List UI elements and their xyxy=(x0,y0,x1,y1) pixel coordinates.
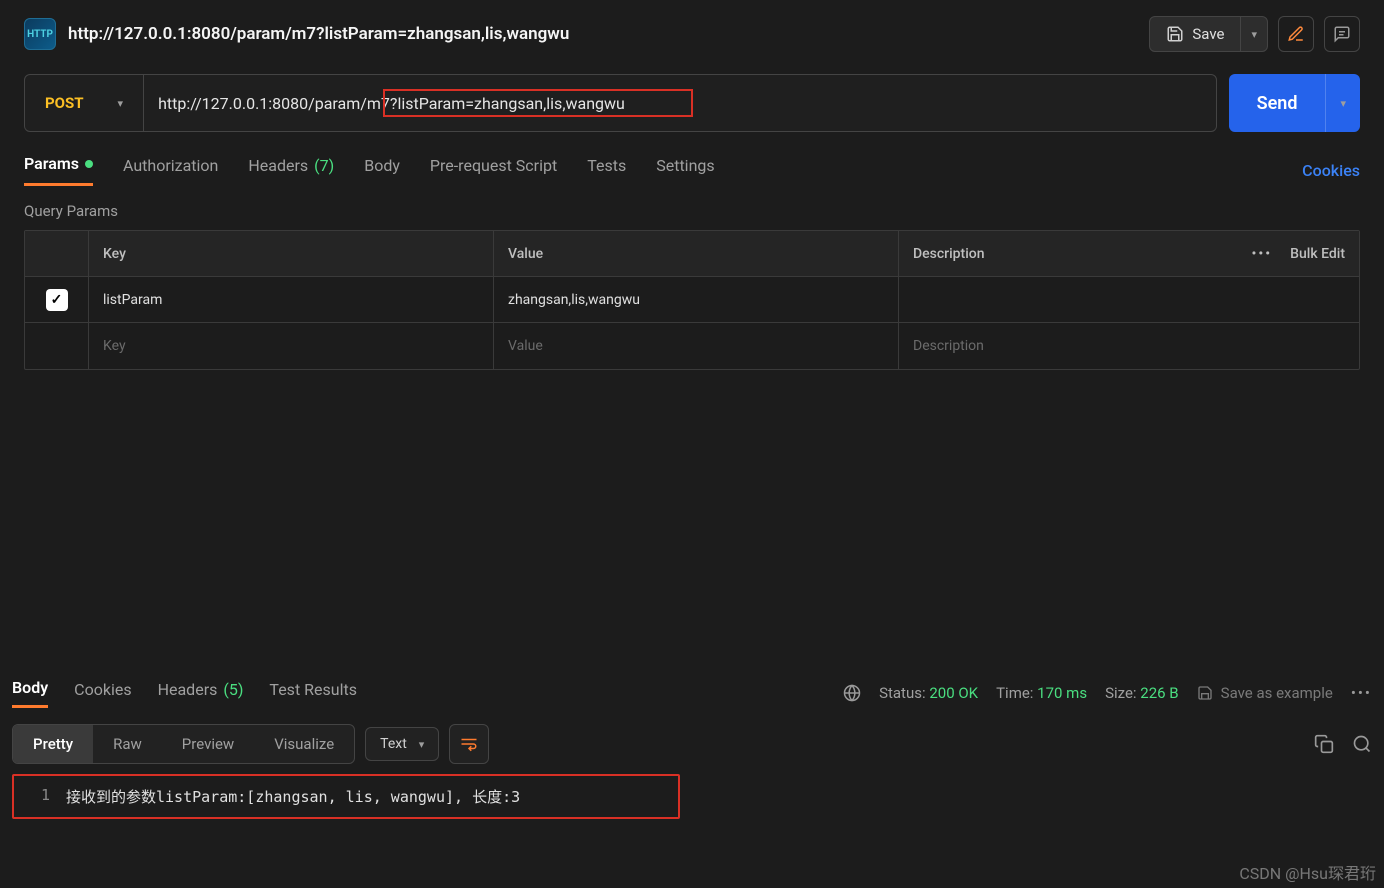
view-pretty[interactable]: Pretty xyxy=(13,725,93,763)
param-description-placeholder[interactable]: Description xyxy=(899,323,1359,369)
status-value: 200 OK xyxy=(929,684,978,702)
response-body[interactable]: 1 接收到的参数listParam:[zhangsan, lis, wangwu… xyxy=(12,774,680,819)
bulk-edit-button[interactable]: Bulk Edit xyxy=(1290,246,1345,262)
header-description: Description xyxy=(913,246,985,262)
save-dropdown[interactable] xyxy=(1240,17,1267,51)
view-visualize[interactable]: Visualize xyxy=(254,725,354,763)
param-value-input[interactable]: zhangsan,lis,wangwu xyxy=(494,277,899,322)
send-dropdown[interactable] xyxy=(1325,74,1360,132)
tab-body[interactable]: Body xyxy=(364,156,400,185)
resp-tab-testresults[interactable]: Test Results xyxy=(269,680,357,707)
send-button-group: Send xyxy=(1229,74,1360,132)
param-checkbox[interactable]: ✓ xyxy=(46,289,68,311)
view-preview[interactable]: Preview xyxy=(162,725,254,763)
method-select[interactable]: POST xyxy=(25,75,144,131)
size-label: Size: xyxy=(1105,684,1136,702)
save-example-label: Save as example xyxy=(1221,684,1333,702)
query-params-table: Key Value Description ••• Bulk Edit ✓ li… xyxy=(24,230,1360,370)
method-label: POST xyxy=(45,94,84,112)
view-raw[interactable]: Raw xyxy=(93,725,162,763)
url-highlighted-part: m7?listParam=zhangsan,lis,wangwu xyxy=(367,94,625,113)
save-as-example-button[interactable]: Save as example xyxy=(1197,684,1333,702)
edit-button[interactable] xyxy=(1278,16,1314,52)
pencil-icon xyxy=(1287,25,1305,43)
resp-headers-count: (5) xyxy=(223,680,243,699)
response-line-text: 接收到的参数listParam:[zhangsan, lis, wangwu],… xyxy=(66,786,520,807)
tab-tests[interactable]: Tests xyxy=(587,156,626,185)
tab-headers-label: Headers xyxy=(248,156,308,175)
resp-tab-body[interactable]: Body xyxy=(12,678,48,708)
url-prefix: http://127.0.0.1:8080/param/ xyxy=(158,94,367,113)
size-value: 226 B xyxy=(1140,684,1178,702)
tab-params-label: Params xyxy=(24,154,79,173)
wrap-icon xyxy=(460,736,478,752)
comment-icon xyxy=(1333,25,1351,43)
param-key-placeholder[interactable]: Key xyxy=(89,323,494,369)
watermark: CSDN @Hsu琛君珩 xyxy=(1239,860,1376,884)
url-input[interactable]: http://127.0.0.1:8080/param/m7?listParam… xyxy=(144,75,1216,131)
view-mode-tabs: Pretty Raw Preview Visualize xyxy=(12,724,355,764)
save-button[interactable]: Save xyxy=(1150,17,1240,51)
search-icon[interactable] xyxy=(1352,734,1372,754)
tab-prerequest[interactable]: Pre-request Script xyxy=(430,156,557,185)
header-key: Key xyxy=(89,231,494,276)
save-icon xyxy=(1166,25,1184,43)
tab-params[interactable]: Params xyxy=(24,154,93,186)
content-type-label: Text xyxy=(380,736,407,752)
response-more-icon[interactable]: ••• xyxy=(1351,684,1372,702)
status-label: Status: xyxy=(879,684,926,702)
globe-icon[interactable] xyxy=(843,684,861,702)
send-button[interactable]: Send xyxy=(1229,74,1326,132)
time-value: 170 ms xyxy=(1037,684,1087,702)
resp-headers-label: Headers xyxy=(158,680,218,699)
tab-authorization[interactable]: Authorization xyxy=(123,156,218,185)
save-icon xyxy=(1197,685,1213,701)
request-title: http://127.0.0.1:8080/param/m7?listParam… xyxy=(68,24,569,44)
resp-tab-cookies[interactable]: Cookies xyxy=(74,680,131,707)
line-number: 1 xyxy=(20,786,50,807)
chevron-down-icon xyxy=(118,95,124,111)
header-checkbox-cell xyxy=(25,231,89,276)
param-checkbox-empty[interactable] xyxy=(25,323,89,369)
param-value-placeholder[interactable]: Value xyxy=(494,323,899,369)
method-url-bar: POST http://127.0.0.1:8080/param/m7?list… xyxy=(24,74,1217,132)
save-label: Save xyxy=(1192,25,1224,43)
param-row-empty: Key Value Description xyxy=(25,323,1359,369)
cookies-link[interactable]: Cookies xyxy=(1302,161,1360,180)
headers-count: (7) xyxy=(314,156,334,175)
http-icon: HTTP xyxy=(24,18,56,50)
param-row: ✓ listParam zhangsan,lis,wangwu xyxy=(25,277,1359,323)
comments-button[interactable] xyxy=(1324,16,1360,52)
param-description-input[interactable] xyxy=(899,277,1359,322)
header-value: Value xyxy=(494,231,899,276)
params-modified-dot xyxy=(85,160,93,168)
content-type-select[interactable]: Text xyxy=(365,727,439,761)
time-label: Time: xyxy=(996,684,1033,702)
wrap-lines-button[interactable] xyxy=(449,724,489,764)
copy-icon[interactable] xyxy=(1314,734,1334,754)
save-button-group: Save xyxy=(1149,16,1268,52)
tab-headers[interactable]: Headers (7) xyxy=(248,156,334,185)
tab-settings[interactable]: Settings xyxy=(656,156,714,185)
more-options-icon[interactable]: ••• xyxy=(1251,246,1272,262)
query-params-title: Query Params xyxy=(0,186,1384,230)
resp-tab-headers[interactable]: Headers (5) xyxy=(158,680,244,707)
param-key-input[interactable]: listParam xyxy=(89,277,494,322)
chevron-down-icon xyxy=(419,736,425,752)
